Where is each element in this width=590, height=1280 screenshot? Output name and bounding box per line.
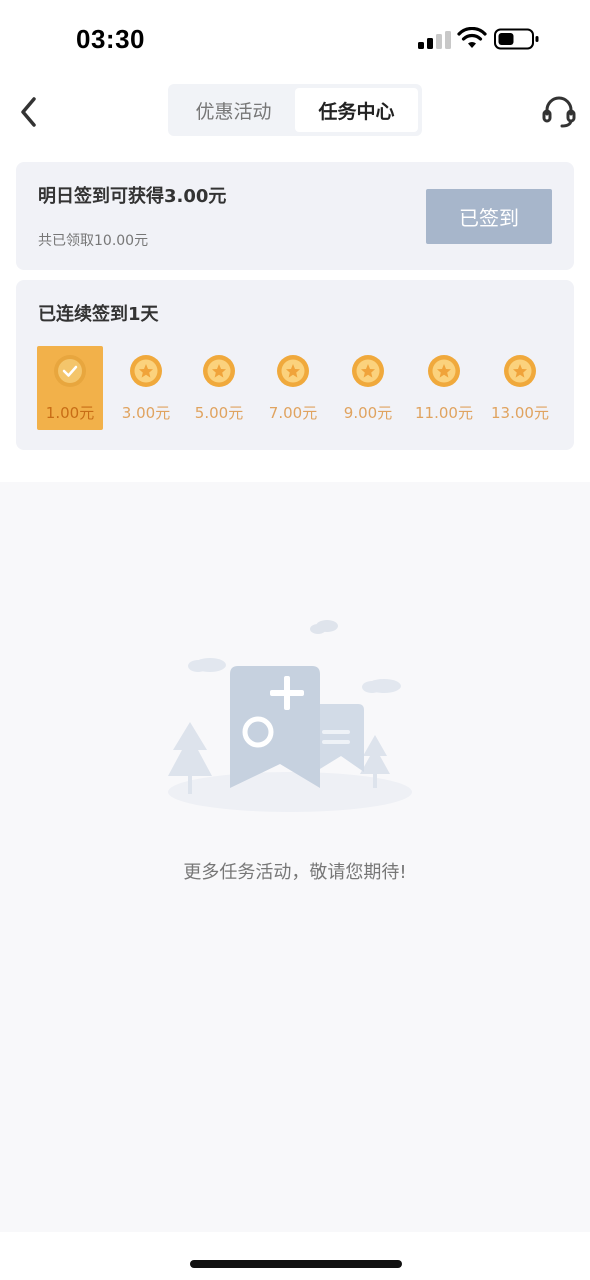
streak-day-6: 11.00元 [411, 346, 477, 430]
streak-title: 已连续签到1天 [38, 304, 159, 325]
star-coin-icon [428, 355, 460, 387]
tab-switcher: 优惠活动 任务中心 [168, 84, 422, 136]
headset-icon[interactable] [542, 94, 576, 130]
tab-task-center[interactable]: 任务中心 [295, 88, 418, 132]
star-coin-icon [203, 355, 235, 387]
chevron-left-icon[interactable] [14, 94, 46, 130]
streak-day-amount: 7.00元 [268, 404, 318, 422]
streak-days: 1.00元 3.00元 5.00元 7.00元 9.00元 11.00元 13.… [36, 346, 556, 432]
star-coin-icon [277, 355, 309, 387]
streak-day-amount: 3.00元 [121, 404, 171, 422]
streak-day-amount: 11.00元 [415, 404, 473, 422]
signed-in-button[interactable]: 已签到 [426, 189, 552, 244]
streak-day-3: 5.00元 [186, 346, 252, 430]
streak-day-7: 13.00元 [487, 346, 553, 430]
empty-state-area [0, 482, 590, 1232]
checkin-card: 明日签到可获得3.00元 共已领取10.00元 已签到 [16, 162, 574, 270]
empty-tasks-illustration [168, 620, 412, 812]
checked-coin-icon [54, 355, 86, 387]
star-coin-icon [504, 355, 536, 387]
star-coin-icon [352, 355, 384, 387]
streak-day-amount: 9.00元 [343, 404, 393, 422]
signal-icon [418, 31, 452, 49]
streak-day-4: 7.00元 [260, 346, 326, 430]
star-coin-icon [130, 355, 162, 387]
empty-state-message: 更多任务活动，敬请您期待! [183, 862, 407, 883]
streak-day-amount: 5.00元 [194, 404, 244, 422]
streak-day-1: 1.00元 [37, 346, 103, 430]
total-received-text: 共已领取10.00元 [38, 233, 149, 249]
streak-card: 已连续签到1天 1.00元 3.00元 5.00元 7.00元 9.00元 11… [16, 280, 574, 450]
streak-day-2: 3.00元 [113, 346, 179, 430]
streak-day-amount: 1.00元 [45, 404, 95, 422]
tomorrow-reward-text: 明日签到可获得3.00元 [38, 186, 227, 207]
streak-day-5: 9.00元 [335, 346, 401, 430]
tab-promotions[interactable]: 优惠活动 [172, 88, 295, 132]
status-time: 03:30 [76, 24, 145, 54]
status-bar: 03:30 [0, 0, 590, 80]
wifi-icon [457, 27, 487, 48]
battery-icon [494, 28, 539, 50]
streak-day-amount: 13.00元 [491, 404, 549, 422]
home-indicator [190, 1260, 402, 1268]
